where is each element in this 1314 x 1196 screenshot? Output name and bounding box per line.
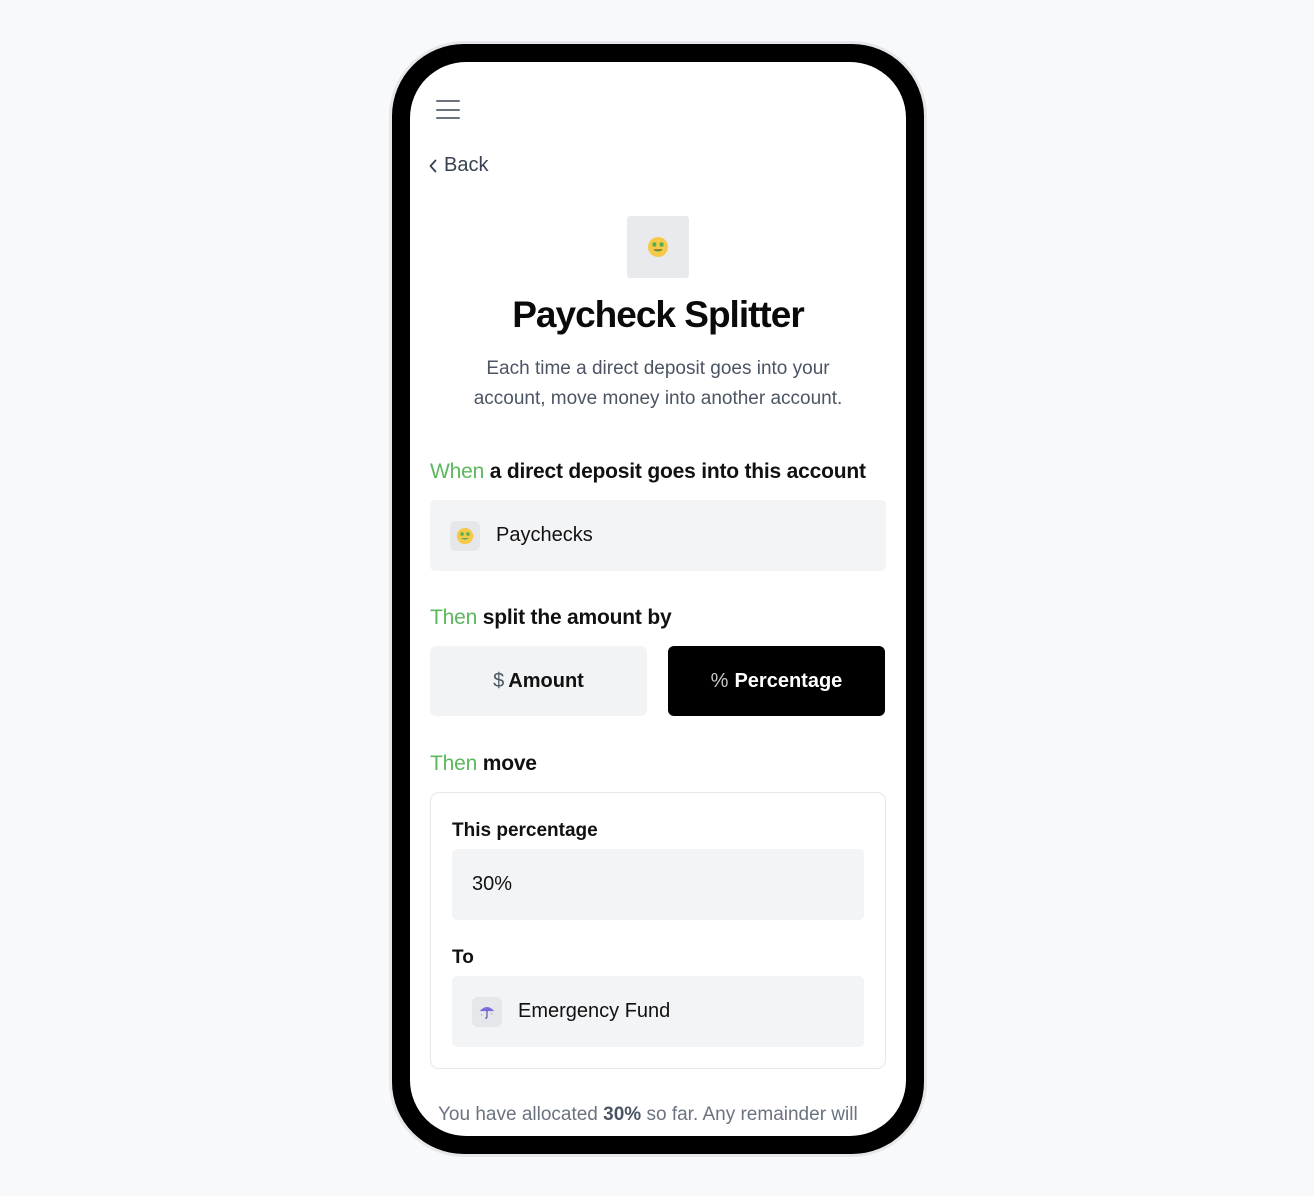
destination-account-select[interactable]: Emergency Fund (452, 976, 864, 1047)
when-text: a direct deposit goes into this account (489, 460, 866, 483)
move-text: move (482, 752, 537, 775)
source-account-icon-wrap (450, 520, 480, 551)
back-button[interactable]: Back (428, 154, 488, 177)
back-label: Back (444, 154, 489, 176)
percentage-value: 30% (472, 873, 513, 895)
when-heading: When a direct deposit goes into this acc… (430, 460, 866, 484)
umbrella-icon (479, 1006, 495, 1019)
move-keyword: Then (430, 752, 478, 775)
move-rule-card: This percentage 30% To Emergency Fund (430, 792, 886, 1069)
allocation-summary: You have allocated 30% so far. Any remai… (438, 1104, 858, 1126)
percentage-input[interactable]: 30% (452, 849, 864, 920)
money-mouth-face-icon (648, 237, 668, 257)
source-account-name: Paychecks (496, 524, 593, 546)
percentage-label: This percentage (452, 820, 598, 841)
split-keyword: Then (430, 606, 478, 629)
allocation-prefix: You have allocated (438, 1104, 598, 1125)
destination-account-name: Emergency Fund (518, 1000, 671, 1022)
split-text: split the amount by (482, 606, 672, 629)
percentage-option-label: Percentage (734, 669, 843, 692)
percent-icon: % (710, 669, 729, 692)
amount-option-button[interactable]: $ Amount (430, 646, 647, 716)
chevron-left-icon (429, 159, 437, 172)
split-heading: Then split the amount by (430, 606, 672, 630)
destination-account-icon-wrap (472, 996, 502, 1027)
allocation-amount: 30% (603, 1104, 642, 1125)
app-logo (627, 216, 689, 278)
app-screen: Back Paycheck Splitter Each time a direc… (410, 62, 906, 1136)
page-description: Each time a direct deposit goes into you… (473, 358, 843, 409)
source-account-select[interactable]: Paychecks (430, 500, 886, 571)
when-keyword: When (430, 460, 485, 483)
amount-option-label: Amount (508, 669, 584, 692)
to-label: To (452, 947, 474, 968)
dollar-icon: $ (493, 669, 505, 692)
page-title: Paycheck Splitter (512, 294, 804, 335)
allocation-suffix: so far. Any remainder will (646, 1104, 858, 1125)
hamburger-menu-icon[interactable] (436, 100, 460, 120)
percentage-option-button[interactable]: % Percentage (668, 646, 885, 716)
phone-frame: Back Paycheck Splitter Each time a direc… (392, 44, 924, 1154)
move-heading: Then move (430, 752, 537, 776)
money-mouth-face-icon (456, 527, 474, 544)
